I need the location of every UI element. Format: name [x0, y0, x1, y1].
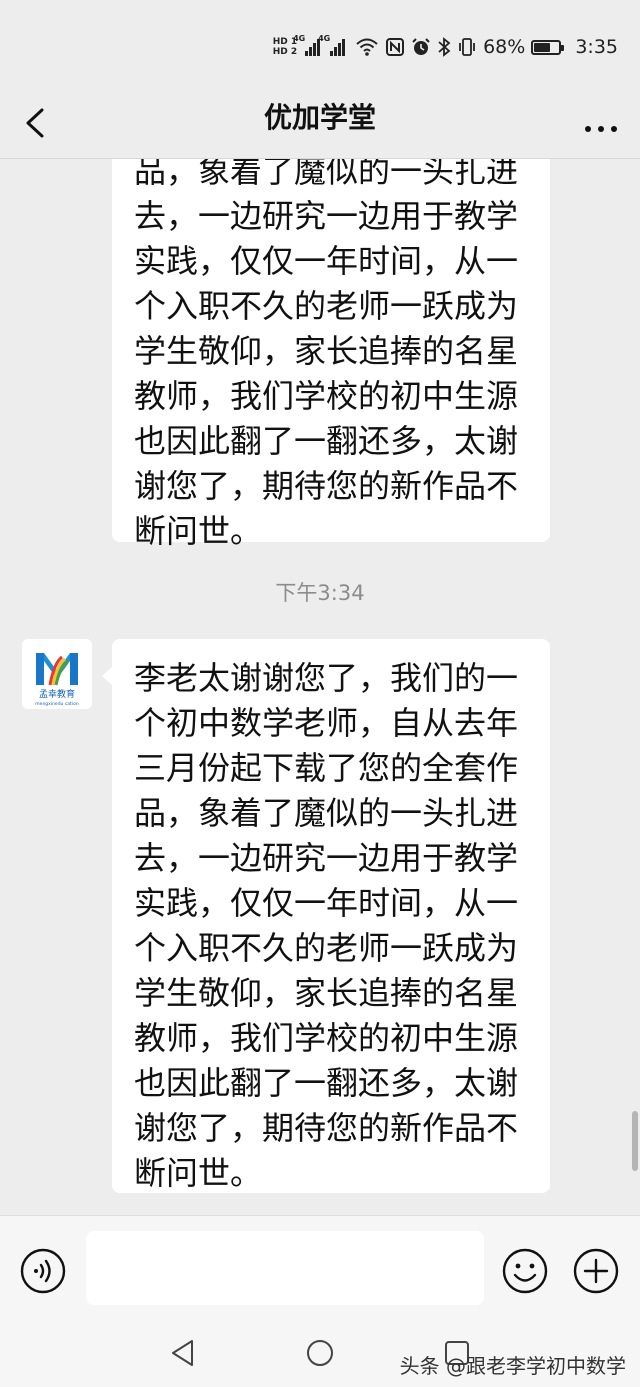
net1-label: 4G [293, 34, 306, 43]
clock: 3:35 [575, 36, 618, 58]
scrollbar[interactable] [632, 1111, 638, 1171]
message-line: 断问世。 [134, 1154, 263, 1192]
emoji-icon[interactable] [502, 1248, 548, 1294]
net2-label: 4G [318, 34, 331, 43]
more-icon[interactable] [584, 108, 618, 141]
plus-icon[interactable] [573, 1248, 619, 1294]
message-line: 谢您了，期待您的新作品不 [134, 467, 519, 505]
voice-icon[interactable] [20, 1248, 66, 1294]
chat-title: 优加学堂 [263, 101, 376, 134]
message-bubble-partial[interactable]: 品，象着了魔似的一头扎进 去，一边研究一边用于教学 实践，仅仅一年时间，从一 个… [112, 159, 550, 550]
signal-2-icon: 4G [318, 34, 346, 56]
message-line: 实践，仅仅一年时间，从一 [134, 884, 519, 922]
chat-area[interactable]: 品，象着了魔似的一头扎进 去，一边研究一边用于教学 实践，仅仅一年时间，从一 个… [0, 159, 640, 1214]
message-timestamp: 下午3:34 [275, 581, 365, 605]
avatar-subtext: mengxinedu cation [35, 701, 79, 707]
message-line: 也因此翻了一翻还多，太谢 [134, 1064, 519, 1102]
bluetooth-icon [438, 37, 451, 57]
message-line: 个入职不久的老师一跃成为 [134, 287, 519, 325]
system-nav-bar: 头条 @跟老李学初中数学 [0, 1318, 640, 1387]
message-line: 也因此翻了一翻还多，太谢 [134, 422, 519, 460]
message-line: 断问世。 [134, 512, 263, 550]
message-line: 去，一边研究一边用于教学 [134, 839, 519, 877]
message-line: 品，象着了魔似的一头扎进 [134, 159, 519, 190]
title-bar: 优加学堂 [0, 88, 640, 159]
message-line: 品，象着了魔似的一头扎进 [134, 794, 519, 832]
message-line: 个初中数学老师，自从去年 [134, 704, 519, 742]
watermark: 头条 @跟老李学初中数学 [399, 1354, 626, 1378]
hd2-label: HD 2 [272, 47, 298, 57]
message-line: 学生敬仰，家长追捧的名星 [134, 974, 519, 1012]
message-line: 谢您了，期待您的新作品不 [134, 1109, 519, 1147]
avatar-text: 孟幸教育 [39, 688, 75, 700]
battery-percent: 68% [483, 36, 526, 58]
message-line: 教师，我们学校的初中生源 [134, 1019, 519, 1057]
message-line: 去，一边研究一边用于教学 [134, 197, 519, 235]
battery-icon [531, 39, 565, 55]
vibrate-icon [459, 38, 475, 56]
nav-home-icon[interactable] [305, 1338, 335, 1368]
wifi-icon [356, 38, 378, 56]
message-input[interactable] [86, 1231, 484, 1305]
message-line: 李老太谢谢您了，我们的一 [134, 659, 519, 697]
alarm-icon [412, 38, 430, 55]
message-line: 教师，我们学校的初中生源 [134, 377, 519, 415]
message-line: 实践，仅仅一年时间，从一 [134, 242, 519, 280]
nfc-icon [386, 38, 405, 56]
message-line: 学生敬仰，家长追捧的名星 [134, 332, 519, 370]
avatar[interactable]: 孟幸教育 mengxinedu cation [22, 639, 92, 709]
input-bar [0, 1215, 640, 1318]
message-bubble[interactable]: 李老太谢谢您了，我们的一 个初中数学老师，自从去年 三月份起下载了您的全套作 品… [102, 639, 550, 1193]
status-bar: HD 1 HD 2 4G 4G 68% 3:35 [0, 0, 640, 88]
status-icons: HD 1 HD 2 4G 4G 68% 3:35 [273, 32, 618, 62]
message-line: 三月份起下载了您的全套作 [134, 749, 519, 787]
message-line: 个入职不久的老师一跃成为 [134, 929, 519, 967]
nav-back-icon[interactable] [168, 1338, 198, 1368]
